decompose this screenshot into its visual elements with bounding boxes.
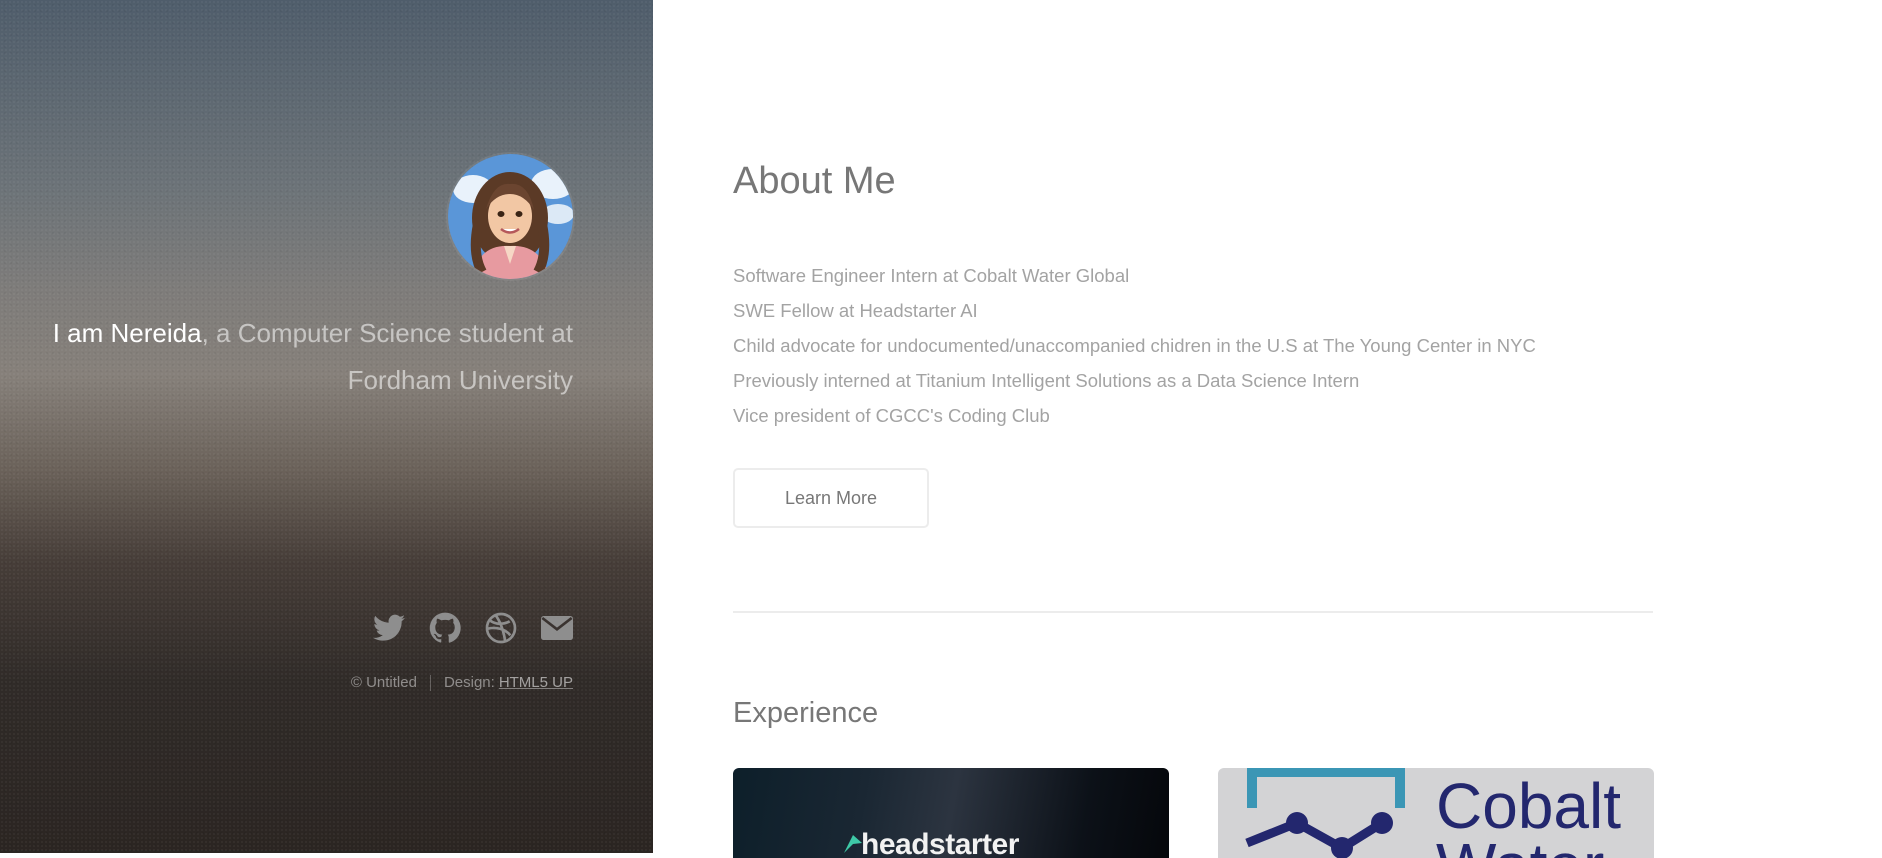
main-content: About Me Software Engineer Intern at Cob… — [733, 0, 1654, 858]
experience-card-headstarter[interactable]: headstarter — [733, 768, 1169, 858]
github-icon[interactable] — [429, 612, 461, 644]
footer-copyright: © Untitled Design: HTML5 UP — [351, 674, 573, 691]
dribbble-icon[interactable] — [485, 612, 517, 644]
copyright-text: © Untitled — [350, 674, 417, 691]
background-pattern — [0, 0, 653, 853]
intro-text: I am Nereida, a Computer Science student… — [33, 310, 573, 404]
email-icon[interactable] — [541, 612, 573, 644]
section-divider — [733, 611, 1653, 613]
about-title: About Me — [733, 160, 896, 202]
experience-title: Experience — [733, 697, 879, 729]
about-item: Software Engineer Intern at Cobalt Water… — [733, 265, 1130, 286]
about-item: Previously interned at Titanium Intellig… — [733, 370, 1360, 391]
footer-divider — [429, 674, 431, 691]
experience-card-cobalt[interactable]: Cobalt Water — [1218, 768, 1654, 858]
intro-description: , a Computer Science student at Fordham … — [201, 318, 573, 395]
about-item: Vice president of CGCC's Coding Club — [733, 405, 1050, 426]
twitter-icon[interactable] — [373, 612, 405, 644]
avatar — [448, 154, 573, 279]
social-links — [373, 612, 573, 644]
about-item: Child advocate for undocumented/unaccomp… — [733, 335, 1536, 356]
design-label: Design: — [443, 674, 495, 691]
design-link[interactable]: HTML5 UP — [499, 674, 573, 691]
about-list: Software Engineer Intern at Cobalt Water… — [733, 258, 1536, 433]
intro-name: I am Nereida — [52, 318, 202, 348]
about-item: SWE Fellow at Headstarter AI — [733, 300, 978, 321]
learn-more-button[interactable]: Learn More — [733, 468, 929, 528]
sidebar-header: I am Nereida, a Computer Science student… — [0, 0, 653, 853]
headstarter-logo-text: headstarter — [861, 828, 1019, 858]
cobalt-logo-text: Cobalt Water — [1436, 770, 1621, 858]
cobalt-logo-icon — [1245, 768, 1405, 858]
